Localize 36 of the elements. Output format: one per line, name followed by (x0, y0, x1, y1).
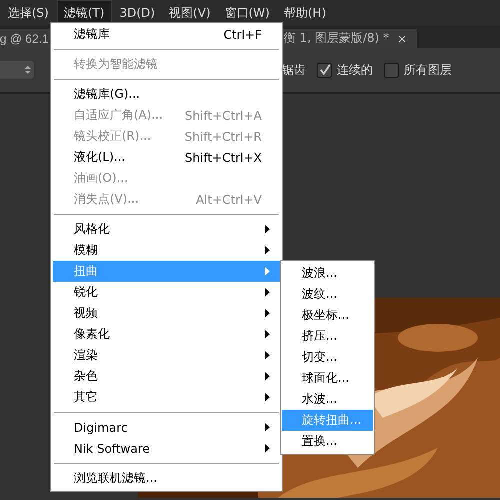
menu-item[interactable]: 浏览联机滤镜... (53, 468, 280, 489)
option-label: 锯齿 (282, 62, 306, 78)
menu-item[interactable]: 挤压... (282, 326, 373, 347)
menu-item[interactable]: 模糊 (53, 240, 280, 261)
menu-bar-item[interactable]: 3D(D) (114, 2, 162, 24)
menu-item[interactable]: 滤镜库(G)... (53, 84, 280, 105)
menu-item[interactable]: 置换... (282, 431, 373, 452)
menu-item[interactable]: 液化(L)... Shift+Ctrl+X (53, 147, 280, 168)
tab-title: 衡 1, 图层蒙版/8) * (284, 30, 390, 47)
menu-item[interactable]: 切变... (282, 347, 373, 368)
menu-item[interactable]: 渲染 (53, 345, 280, 366)
option-label: 连续的 (337, 62, 373, 78)
checkbox[interactable] (384, 62, 399, 78)
menu-bar-item[interactable]: 选择(S) (2, 0, 55, 26)
menu-item[interactable]: 锐化 (53, 282, 280, 303)
menu-item[interactable]: 杂色 (53, 366, 280, 387)
menu-bar-item[interactable]: 视图(V) (163, 0, 217, 26)
menu-item[interactable]: 波纹... (282, 284, 373, 305)
menu-item[interactable]: 其它 (53, 387, 280, 408)
menu-item[interactable]: Nik Software (53, 438, 280, 459)
menu-item[interactable]: 水波... (282, 389, 373, 410)
menu-item[interactable]: 像素化 (53, 324, 280, 345)
menu-item[interactable]: 风格化 (53, 219, 280, 240)
menu-item[interactable]: 波浪... (282, 263, 373, 284)
spinner-icon (25, 65, 31, 75)
checkbox[interactable] (317, 62, 332, 78)
dropdown[interactable] (0, 61, 34, 79)
close-icon[interactable]: × (397, 32, 408, 46)
menu-item[interactable]: 视频 (53, 303, 280, 324)
menu-item[interactable]: 球面化... (282, 368, 373, 389)
option-label: 所有图层 (404, 62, 452, 78)
menu-item[interactable]: Digimarc (53, 417, 280, 438)
menu-bar-item[interactable]: 帮助(H) (278, 0, 332, 26)
document-tab[interactable]: 衡 1, 图层蒙版/8) * × (280, 29, 418, 48)
menu-bar-item[interactable]: 窗口(W) (218, 0, 276, 26)
menu-item[interactable]: 极坐标... (282, 305, 373, 326)
